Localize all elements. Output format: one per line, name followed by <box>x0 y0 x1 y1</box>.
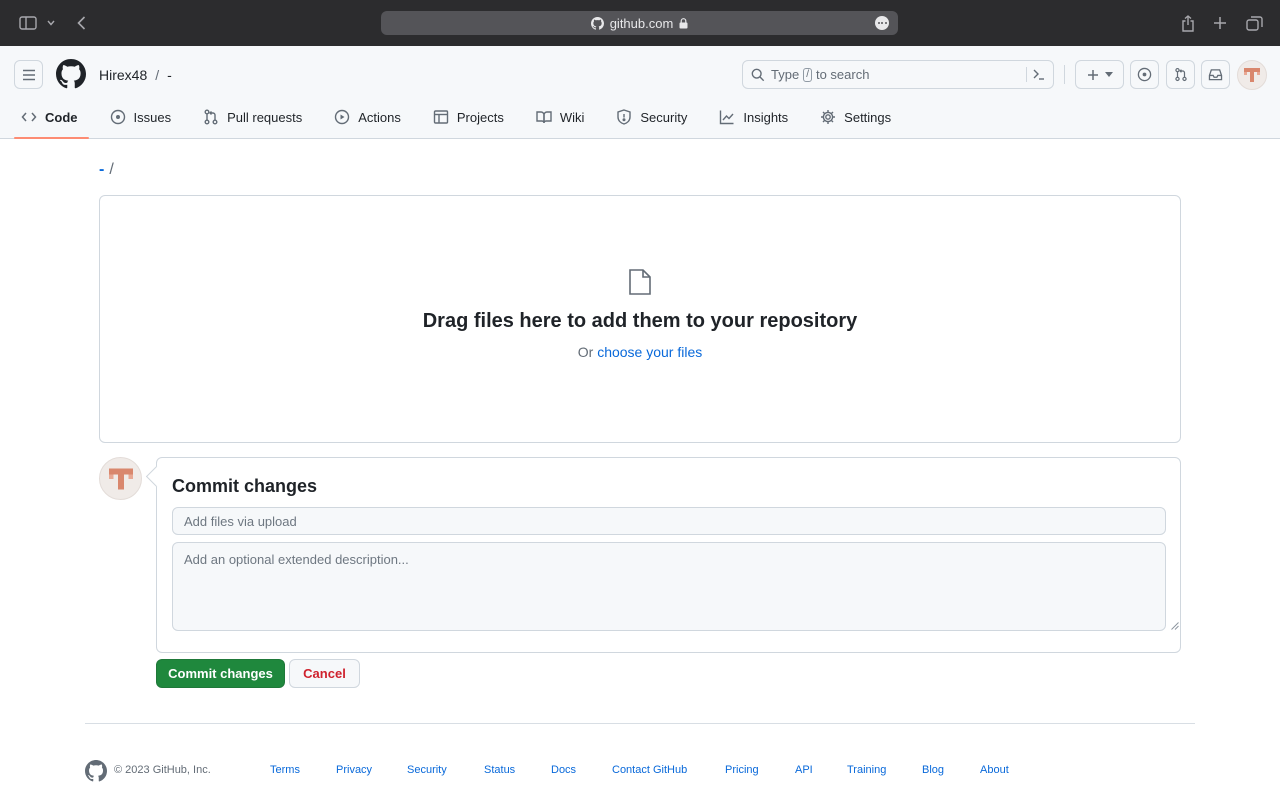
git-pull-request-icon <box>203 109 219 125</box>
pull-requests-button[interactable] <box>1166 60 1195 89</box>
plus-icon <box>1087 69 1098 80</box>
tab-code[interactable]: Code <box>0 103 89 139</box>
caret-down-icon <box>1104 72 1113 77</box>
address-bar[interactable]: github.com <box>381 11 898 35</box>
github-favicon-icon <box>590 16 604 30</box>
tab-pull-requests[interactable]: Pull requests <box>182 103 313 139</box>
github-logo-icon[interactable] <box>56 59 86 89</box>
commit-summary-input[interactable] <box>172 507 1166 535</box>
tab-label: Issues <box>133 109 172 125</box>
tab-label: Pull requests <box>227 109 303 125</box>
git-pull-request-icon <box>1174 67 1187 82</box>
share-icon[interactable] <box>1180 11 1196 35</box>
resize-grip-icon[interactable] <box>1171 622 1179 630</box>
command-palette-icon[interactable] <box>1032 68 1046 81</box>
breadcrumb-separator: / <box>155 67 160 83</box>
issue-opened-icon <box>1137 67 1152 82</box>
tab-label: Wiki <box>559 109 585 125</box>
sidebar-toggle-icon[interactable] <box>17 11 39 35</box>
graph-icon <box>719 109 735 125</box>
search-input[interactable]: Type / to search <box>742 60 1054 89</box>
search-placeholder-prefix: Type <box>771 67 800 82</box>
tab-label: Security <box>640 109 688 125</box>
tab-issues[interactable]: Issues <box>89 103 183 139</box>
tab-label: Insights <box>743 109 789 125</box>
github-header: Hirex48 / - Type / to search Code Issues P… <box>0 46 1280 139</box>
dropzone-title: Drag files here to add them to your repo… <box>422 310 858 332</box>
file-icon <box>628 268 652 296</box>
inbox-icon <box>1208 69 1223 81</box>
footer-link-terms[interactable]: Terms <box>270 764 300 776</box>
owner-link[interactable]: Hirex48 <box>99 67 147 83</box>
tab-label: Projects <box>456 109 504 125</box>
commit-description-textarea[interactable] <box>172 542 1166 631</box>
tab-settings[interactable]: Settings <box>799 103 902 139</box>
footer-link-training[interactable]: Training <box>847 764 886 776</box>
upload-path: - / <box>99 161 114 179</box>
new-tab-icon[interactable] <box>1212 11 1228 35</box>
commit-avatar <box>99 457 142 500</box>
issues-button[interactable] <box>1130 60 1159 89</box>
dropzone-subtitle: Or choose your files <box>100 344 1180 360</box>
footer-divider <box>85 723 1195 724</box>
tab-security[interactable]: Security <box>595 103 698 139</box>
footer-link-docs[interactable]: Docs <box>551 764 576 776</box>
tab-label: Actions <box>358 109 401 125</box>
footer-link-status[interactable]: Status <box>484 764 515 776</box>
footer-link-contact-github[interactable]: Contact GitHub <box>612 764 687 776</box>
file-dropzone[interactable]: Drag files here to add them to your repo… <box>99 195 1181 443</box>
footer-link-pricing[interactable]: Pricing <box>725 764 759 776</box>
dropzone-or-text: Or <box>577 344 594 360</box>
gear-icon <box>820 109 836 125</box>
search-shortcut-key: / <box>803 67 812 82</box>
tab-insights[interactable]: Insights <box>698 103 799 139</box>
tab-label: Code <box>45 109 78 125</box>
github-footer-logo-icon[interactable] <box>85 760 107 782</box>
cancel-button[interactable]: Cancel <box>289 659 360 688</box>
breadcrumb: Hirex48 / - <box>99 67 172 83</box>
tab-actions[interactable]: Actions <box>313 103 412 139</box>
footer-link-security[interactable]: Security <box>407 764 447 776</box>
url-text: github.com <box>609 15 674 31</box>
repo-nav: Code Issues Pull requests Actions Projects Wi… <box>0 103 902 139</box>
page-menu-icon[interactable] <box>875 16 889 30</box>
back-icon[interactable] <box>74 11 88 35</box>
commit-form: Commit changes <box>156 457 1181 653</box>
repo-path-link[interactable]: - <box>99 161 104 179</box>
choose-files-link[interactable]: choose your files <box>597 344 702 360</box>
footer-link-blog[interactable]: Blog <box>922 764 944 776</box>
issue-opened-icon <box>110 109 126 125</box>
lock-icon <box>679 17 688 29</box>
shield-icon <box>616 109 632 125</box>
hamburger-icon <box>22 69 35 80</box>
chevron-down-icon[interactable] <box>45 11 57 35</box>
commit-changes-button[interactable]: Commit changes <box>156 659 285 688</box>
play-icon <box>334 109 350 125</box>
table-icon <box>433 109 449 125</box>
code-icon <box>21 109 37 125</box>
path-slash: / <box>109 161 114 178</box>
copyright-text: © 2023 GitHub, Inc. <box>114 764 211 776</box>
tab-wiki[interactable]: Wiki <box>515 103 596 139</box>
footer-link-api[interactable]: API <box>795 764 813 776</box>
create-new-button[interactable] <box>1075 60 1124 89</box>
hamburger-menu-button[interactable] <box>14 60 43 89</box>
tab-label: Settings <box>844 109 892 125</box>
tab-overview-icon[interactable] <box>1245 11 1263 35</box>
avatar[interactable] <box>1237 60 1267 90</box>
inbox-button[interactable] <box>1201 60 1230 89</box>
browser-toolbar: github.com <box>0 0 1280 46</box>
footer-link-privacy[interactable]: Privacy <box>336 764 372 776</box>
repo-link[interactable]: - <box>167 67 172 83</box>
tab-projects[interactable]: Projects <box>412 103 515 139</box>
footer-link-about[interactable]: About <box>980 764 1009 776</box>
commit-title: Commit changes <box>172 476 318 496</box>
search-icon <box>751 68 765 81</box>
book-icon <box>536 109 552 125</box>
search-placeholder-suffix: to search <box>815 67 870 82</box>
